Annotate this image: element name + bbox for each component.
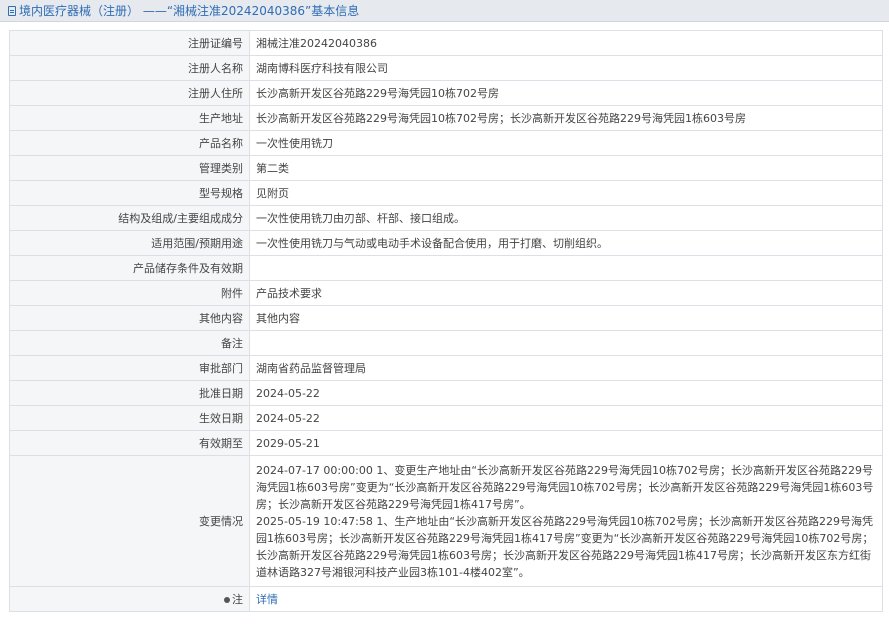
row-label: 批准日期 bbox=[9, 380, 250, 406]
row-value: 湖南省药品监督管理局 bbox=[249, 355, 883, 381]
row-label: 产品名称 bbox=[9, 130, 250, 156]
row-registrant-address: 注册人住所 长沙高新开发区谷苑路229号海凭园10栋702号房 bbox=[9, 80, 883, 106]
row-registrant-name: 注册人名称 湖南博科医疗科技有限公司 bbox=[9, 55, 883, 81]
row-label: 注册人住所 bbox=[9, 80, 250, 106]
row-value: 2029-05-21 bbox=[249, 430, 883, 456]
row-label: 审批部门 bbox=[9, 355, 250, 381]
row-production-address: 生产地址 长沙高新开发区谷苑路229号海凭园10栋702号房；长沙高新开发区谷苑… bbox=[9, 105, 883, 131]
row-value: 一次性使用铣刀由刃部、杆部、接口组成。 bbox=[249, 205, 883, 231]
row-label: 有效期至 bbox=[9, 430, 250, 456]
row-changes: 变更情况 2024-07-17 00:00:00 1、变更生产地址由“长沙高新开… bbox=[9, 455, 883, 587]
row-label: 备注 bbox=[9, 330, 250, 356]
row-value: 2024-07-17 00:00:00 1、变更生产地址由“长沙高新开发区谷苑路… bbox=[249, 455, 883, 587]
detail-panel: 注册证编号 湘械注准20242040386 注册人名称 湖南博科医疗科技有限公司… bbox=[9, 30, 883, 612]
row-remarks: 备注 bbox=[9, 330, 883, 356]
change-entry: 2025-05-19 10:47:58 1、生产地址由“长沙高新开发区谷苑路22… bbox=[256, 514, 874, 579]
row-value: 其他内容 bbox=[249, 305, 883, 331]
note-label-text: 注 bbox=[232, 593, 243, 606]
row-other: 其他内容 其他内容 bbox=[9, 305, 883, 331]
row-scope: 适用范围/预期用途 一次性使用铣刀与气动或电动手术设备配合使用，用于打磨、切削组… bbox=[9, 230, 883, 256]
row-value: 2024-05-22 bbox=[249, 405, 883, 431]
page-title: 境内医疗器械（注册） ——“湘械注准20242040386”基本信息 bbox=[19, 4, 360, 18]
row-value: 2024-05-22 bbox=[249, 380, 883, 406]
document-icon bbox=[8, 5, 16, 16]
row-label: 管理类别 bbox=[9, 155, 250, 181]
row-label: 注册证编号 bbox=[9, 30, 250, 56]
row-label: 型号规格 bbox=[9, 180, 250, 206]
change-entry: 2024-07-17 00:00:00 1、变更生产地址由“长沙高新开发区谷苑路… bbox=[256, 463, 874, 511]
row-value: 见附页 bbox=[249, 180, 883, 206]
row-label: 生效日期 bbox=[9, 405, 250, 431]
row-storage: 产品储存条件及有效期 bbox=[9, 255, 883, 281]
row-value bbox=[249, 330, 883, 356]
row-model-spec: 型号规格 见附页 bbox=[9, 180, 883, 206]
row-value bbox=[249, 255, 883, 281]
row-label: 注 bbox=[9, 586, 250, 612]
row-attachment: 附件 产品技术要求 bbox=[9, 280, 883, 306]
row-label: 适用范围/预期用途 bbox=[9, 230, 250, 256]
row-label: 其他内容 bbox=[9, 305, 250, 331]
row-value: 一次性使用铣刀与气动或电动手术设备配合使用，用于打磨、切削组织。 bbox=[249, 230, 883, 256]
row-value: 湖南博科医疗科技有限公司 bbox=[249, 55, 883, 81]
row-value: 详情 bbox=[249, 586, 883, 612]
row-value: 一次性使用铣刀 bbox=[249, 130, 883, 156]
row-product-name: 产品名称 一次性使用铣刀 bbox=[9, 130, 883, 156]
pin-icon bbox=[224, 597, 230, 603]
page-header: 境内医疗器械（注册） ——“湘械注准20242040386”基本信息 bbox=[0, 0, 889, 22]
row-value: 产品技术要求 bbox=[249, 280, 883, 306]
row-label: 变更情况 bbox=[9, 455, 250, 587]
row-label: 结构及组成/主要组成成分 bbox=[9, 205, 250, 231]
row-value: 长沙高新开发区谷苑路229号海凭园10栋702号房；长沙高新开发区谷苑路229号… bbox=[249, 105, 883, 131]
row-effective-date: 生效日期 2024-05-22 bbox=[9, 405, 883, 431]
row-expiry-date: 有效期至 2029-05-21 bbox=[9, 430, 883, 456]
row-label: 附件 bbox=[9, 280, 250, 306]
row-value: 第二类 bbox=[249, 155, 883, 181]
row-structure: 结构及组成/主要组成成分 一次性使用铣刀由刃部、杆部、接口组成。 bbox=[9, 205, 883, 231]
row-approval-date: 批准日期 2024-05-22 bbox=[9, 380, 883, 406]
details-link[interactable]: 详情 bbox=[256, 593, 278, 606]
row-label: 生产地址 bbox=[9, 105, 250, 131]
row-registration-number: 注册证编号 湘械注准20242040386 bbox=[9, 30, 883, 56]
row-label: 产品储存条件及有效期 bbox=[9, 255, 250, 281]
row-approval-department: 审批部门 湖南省药品监督管理局 bbox=[9, 355, 883, 381]
row-label: 注册人名称 bbox=[9, 55, 250, 81]
row-management-category: 管理类别 第二类 bbox=[9, 155, 883, 181]
row-value: 长沙高新开发区谷苑路229号海凭园10栋702号房 bbox=[249, 80, 883, 106]
row-note: 注 详情 bbox=[9, 586, 883, 612]
row-value: 湘械注准20242040386 bbox=[249, 30, 883, 56]
detail-table: 注册证编号 湘械注准20242040386 注册人名称 湖南博科医疗科技有限公司… bbox=[9, 30, 883, 612]
